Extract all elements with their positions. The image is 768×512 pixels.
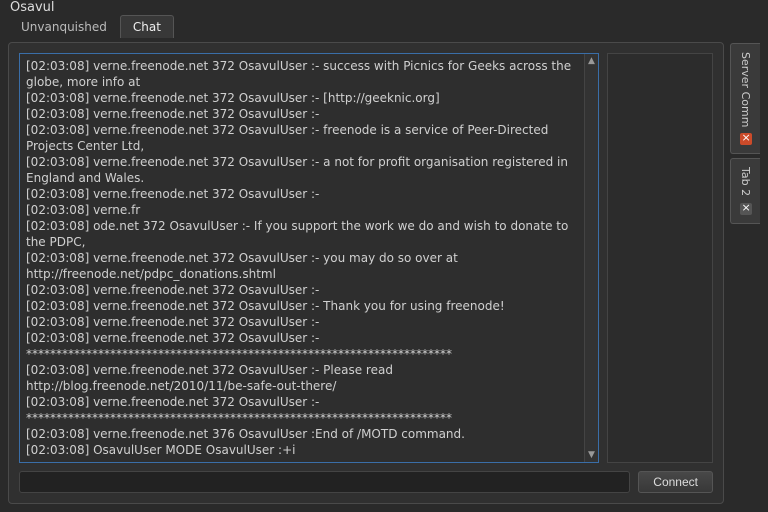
dock-tab-server-comm[interactable]: Server Comm (730, 43, 760, 154)
message-input[interactable] (19, 471, 630, 493)
log-line: [02:03:08] verne.freenode.net 372 Osavul… (26, 106, 578, 122)
log-line: [02:03:08] verne.freenode.net 372 Osavul… (26, 394, 578, 426)
tab-label: Chat (133, 20, 161, 34)
scroll-down-icon[interactable]: ▼ (585, 448, 598, 462)
log-line: [02:03:08] verne.freenode.net 372 Osavul… (26, 282, 578, 298)
window-title: Osavul (10, 0, 55, 15)
tab-unvanquished[interactable]: Unvanquished (8, 15, 120, 38)
connect-button[interactable]: Connect (638, 471, 713, 493)
log-line: [02:03:08] verne.freenode.net 376 Osavul… (26, 426, 578, 442)
log-row: [02:03:08] verne.freenode.net 372 Osavul… (19, 53, 713, 463)
dock-tab-2[interactable]: Tab 2 (730, 158, 760, 223)
scroll-up-icon[interactable]: ▲ (585, 54, 598, 68)
chat-panel: [02:03:08] verne.freenode.net 372 Osavul… (8, 42, 724, 504)
log-scrollbar[interactable]: ▲ ▼ (584, 54, 598, 462)
input-row: Connect (19, 471, 713, 493)
log-line: [02:03:08] verne.freenode.net 372 Osavul… (26, 186, 578, 202)
right-dock: Server Comm Tab 2 (730, 15, 760, 504)
log-line: [02:03:08] verne.freenode.net 372 Osavul… (26, 314, 578, 330)
log-line: [02:03:08] verne.freenode.net 372 Osavul… (26, 362, 578, 394)
log-line: [02:03:08] verne.freenode.net 372 Osavul… (26, 154, 578, 186)
tab-chat[interactable]: Chat (120, 15, 174, 38)
main-column: Unvanquished Chat [02:03:08] verne.freen… (8, 15, 724, 504)
client-area: Unvanquished Chat [02:03:08] verne.freen… (0, 15, 768, 512)
log-line: [02:03:08] ode.net 372 OsavulUser :- If … (26, 218, 578, 250)
log-line: [02:03:08] verne.freenode.net 372 Osavul… (26, 330, 578, 362)
window-titlebar: Osavul (0, 0, 768, 15)
log-line: [02:03:08] OsavulUser MODE OsavulUser :+… (26, 442, 578, 458)
log-line: [02:03:08] verne.freenode.net 372 Osavul… (26, 298, 578, 314)
log-line: [02:03:08] verne.freenode.net 372 Osavul… (26, 90, 578, 106)
tab-label: Unvanquished (21, 20, 107, 34)
log-line: [02:03:08] verne.freenode.net 372 Osavul… (26, 58, 578, 90)
log-container: [02:03:08] verne.freenode.net 372 Osavul… (19, 53, 599, 463)
dock-tab-label: Tab 2 (739, 167, 752, 196)
log-line: [02:03:08] verne.fr (26, 202, 578, 218)
log-line: [02:03:08] verne.freenode.net 372 Osavul… (26, 250, 578, 282)
user-list[interactable] (607, 53, 713, 463)
close-icon[interactable] (740, 203, 752, 215)
log-line: [02:03:08] verne.freenode.net 372 Osavul… (26, 122, 578, 154)
close-icon[interactable] (740, 133, 752, 145)
tab-bar: Unvanquished Chat (8, 15, 724, 38)
chat-log[interactable]: [02:03:08] verne.freenode.net 372 Osavul… (20, 54, 584, 462)
dock-tab-label: Server Comm (739, 52, 752, 127)
